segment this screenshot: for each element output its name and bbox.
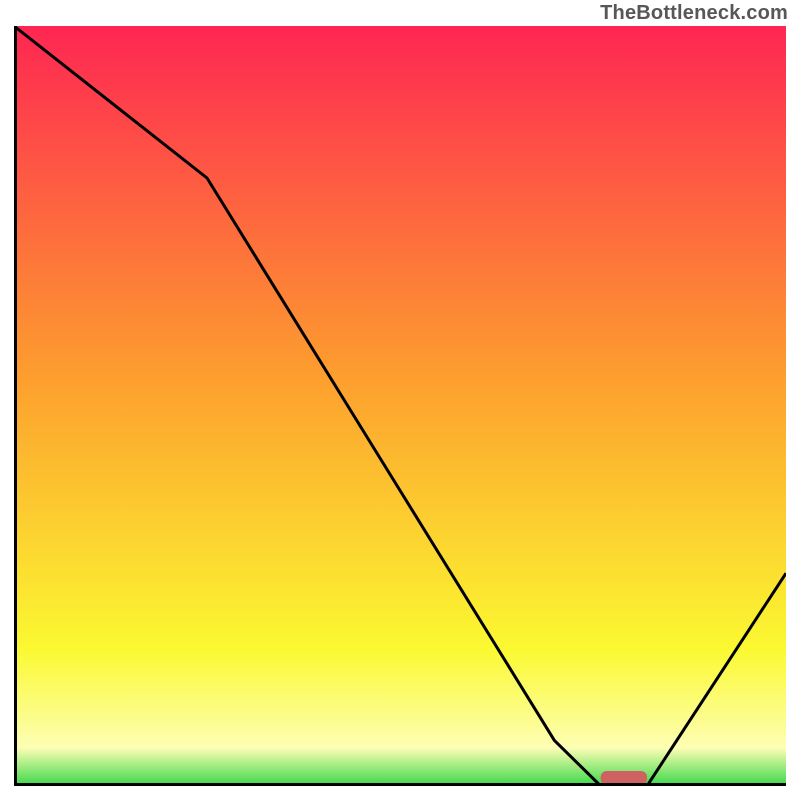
axes-frame xyxy=(14,26,786,786)
chart-container: TheBottleneck.com xyxy=(0,0,800,800)
watermark-text: TheBottleneck.com xyxy=(600,2,788,25)
